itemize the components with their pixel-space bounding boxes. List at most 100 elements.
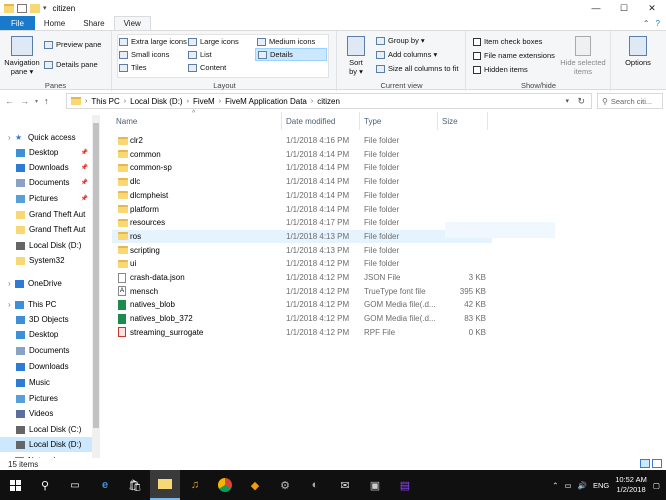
breadcrumb-item[interactable]: citizen [317,97,340,106]
nav-item[interactable]: Grand Theft Aut [0,222,92,237]
column-header-date[interactable]: Date modified [282,112,360,130]
file-row[interactable]: crash-data.json 1/1/2018 4:12 PM JSON File… [112,271,492,284]
extra-large-icons-option[interactable]: Extra large icons [119,37,187,46]
nav-item[interactable]: › OneDrive [0,276,92,291]
file-row[interactable]: platform 1/1/2018 4:14 PM File folder [112,203,492,216]
forward-arrow-icon[interactable]: → [20,96,29,106]
nav-item[interactable]: Documents [0,343,92,358]
scrollbar-thumb[interactable] [93,123,99,428]
task-view-icon[interactable]: ▭ [60,470,90,500]
search-icon[interactable]: ⚲ [30,470,60,500]
customize-toolbar-icon[interactable]: ▾ [43,4,47,12]
breadcrumb[interactable]: › This PC › Local Disk (D:) › FiveM › Fi… [66,93,592,109]
file-row[interactable]: resources 1/1/2018 4:17 PM File folder [112,216,492,229]
volume-icon[interactable]: 🔊 [578,481,587,490]
tab-home[interactable]: Home [35,16,74,30]
nav-item[interactable]: › This PC [0,297,92,312]
network-icon[interactable]: ▭ [565,481,572,490]
preview-pane-button[interactable]: Preview pane [44,40,101,49]
nav-item[interactable]: Grand Theft Aut [0,207,92,222]
file-row[interactable]: natives_blob_372 1/1/2018 4:12 PM GOM Medi… [112,312,492,325]
file-name-extensions-toggle[interactable]: File name extensions [473,51,555,60]
item-check-boxes-toggle[interactable]: Item check boxes [473,37,542,46]
column-header-name[interactable]: Name [112,112,282,130]
content-option[interactable]: Content [188,63,226,72]
nav-item[interactable]: Downloads 📌 [0,160,92,175]
nav-item[interactable]: Videos [0,406,92,421]
item-check-boxes-checkbox[interactable] [473,37,481,46]
file-row[interactable]: natives_blob 1/1/2018 4:12 PM GOM Media fi… [112,298,492,311]
new-folder-icon[interactable] [30,3,40,13]
file-row[interactable]: clr2 1/1/2018 4:16 PM File folder [112,134,492,147]
nav-item[interactable]: Local Disk (D:) [0,238,92,253]
nav-item[interactable]: Local Disk (D:) [0,437,92,452]
up-arrow-icon[interactable]: ↑ [44,96,49,106]
nav-item[interactable]: › ★ Quick access [0,130,92,145]
nav-item[interactable]: Desktop 📌 [0,145,92,160]
expand-chevron-icon[interactable]: › [8,133,15,142]
back-arrow-icon[interactable]: ← [5,96,14,106]
nav-item[interactable]: Desktop [0,327,92,342]
edge-icon[interactable]: e [90,470,120,500]
mail-icon[interactable]: ✉ [330,470,360,500]
language-indicator[interactable]: ENG [593,481,609,490]
hidden-items-checkbox[interactable] [473,65,481,74]
start-button[interactable] [0,470,30,500]
close-button[interactable]: ✕ [638,0,666,16]
minimize-button[interactable]: — [582,0,610,16]
steam-icon[interactable]: ⚙ [270,470,300,500]
add-columns-button[interactable]: Add columns ▾ [376,50,437,59]
notifications-icon[interactable]: ▢ [653,481,660,490]
nav-item[interactable]: Pictures [0,391,92,406]
file-row[interactable]: common-sp 1/1/2018 4:14 PM File folder [112,161,492,174]
breadcrumb-item[interactable]: FiveM Application Data [225,97,307,106]
breadcrumb-item[interactable]: Local Disk (D:) [130,97,182,106]
breadcrumb-item[interactable]: This PC [91,97,119,106]
app-icon[interactable]: ♫ [180,470,210,500]
nav-item[interactable]: Documents 📌 [0,175,92,190]
app-icon[interactable]: ▣ [360,470,390,500]
tab-view[interactable]: View [113,16,151,30]
file-row[interactable]: ros 1/1/2018 4:13 PM File folder [112,229,492,243]
help-icon[interactable]: ? [656,19,660,28]
nav-item[interactable]: Music [0,375,92,390]
expand-chevron-icon[interactable]: › [8,300,15,309]
size-all-columns-button[interactable]: Size all columns to fit [376,64,458,73]
collapse-ribbon-icon[interactable]: ⌃ [643,19,650,28]
breadcrumb-item[interactable]: FiveM [193,97,215,106]
nav-item[interactable]: System32 [0,253,92,268]
tray-expand-icon[interactable]: ⌃ [552,481,558,490]
app-icon[interactable]: ◆ [240,470,270,500]
options-button[interactable]: Options [618,36,658,67]
file-explorer-icon[interactable] [150,470,180,500]
maximize-button[interactable]: ☐ [610,0,638,16]
details-option[interactable]: Details [255,48,327,61]
twitch-icon[interactable]: ▤ [390,470,420,500]
file-row[interactable]: ui 1/1/2018 4:12 PM File folder [112,257,492,270]
hide-selected-items-button[interactable]: Hide selected items [559,36,607,76]
address-dropdown-icon[interactable]: ▾ [565,97,569,105]
file-name-extensions-checkbox[interactable] [473,51,481,60]
tab-file[interactable]: File [0,16,35,30]
app-icon[interactable]: ◐ [300,470,330,500]
navigation-scrollbar[interactable] [92,115,100,458]
clock[interactable]: 10:52 AM 1/2/2018 [615,475,647,495]
nav-item[interactable]: Local Disk (C:) [0,422,92,437]
tiles-option[interactable]: Tiles [119,63,147,72]
large-icons-option[interactable]: Large icons [188,37,239,46]
details-pane-button[interactable]: Details pane [44,60,98,69]
sort-by-button[interactable]: Sort by ▾ [344,36,368,76]
group-by-button[interactable]: Group by ▾ [376,36,425,45]
file-row[interactable]: streaming_surrogate 1/1/2018 4:12 PM RPF F… [112,326,492,339]
file-row[interactable]: scripting 1/1/2018 4:13 PM File folder [112,244,492,257]
medium-icons-option[interactable]: Medium icons [257,37,315,46]
column-header-size[interactable]: Size [438,112,488,130]
file-row[interactable]: dlcmpheist 1/1/2018 4:14 PM File folder [112,189,492,202]
properties-icon[interactable] [17,3,27,13]
store-icon[interactable]: 🛍 [120,470,150,500]
chrome-icon[interactable] [210,470,240,500]
tab-share[interactable]: Share [74,16,113,30]
file-row[interactable]: Amensch 1/1/2018 4:12 PM TrueType font fil… [112,285,492,298]
search-input[interactable]: ⚲ Search citi... [597,93,663,109]
refresh-icon[interactable]: ↻ [577,96,585,107]
